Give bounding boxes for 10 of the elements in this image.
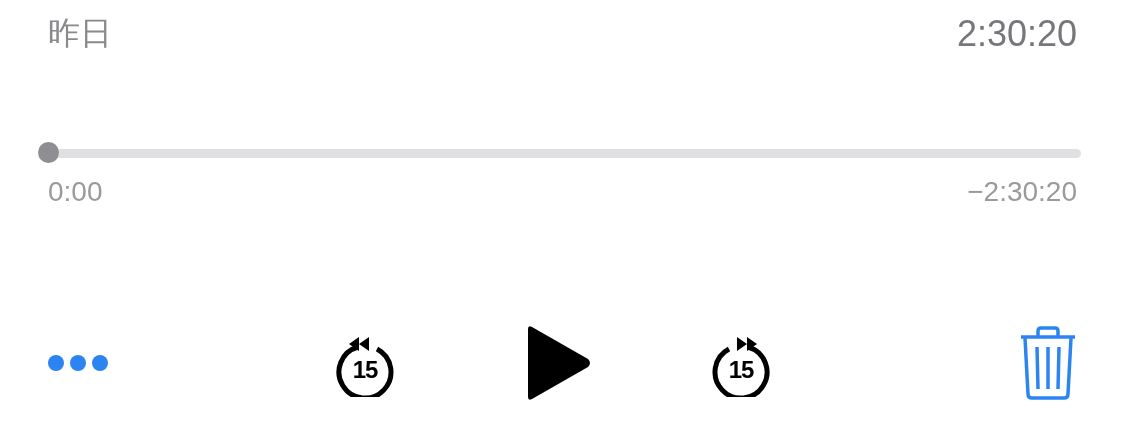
elapsed-time: 0:00 (48, 176, 103, 208)
more-button[interactable] (48, 354, 108, 372)
skip-back-button[interactable]: 15 (333, 325, 397, 401)
delete-button[interactable] (1019, 325, 1077, 401)
recording-duration: 2:30:20 (956, 13, 1077, 55)
skip-forward-button[interactable]: 15 (709, 325, 773, 401)
recording-date: 昨日 (48, 13, 112, 54)
scrubber-slider[interactable] (40, 142, 1081, 164)
scrubber-thumb[interactable] (38, 142, 59, 163)
remaining-time: −2:30:20 (967, 176, 1077, 208)
